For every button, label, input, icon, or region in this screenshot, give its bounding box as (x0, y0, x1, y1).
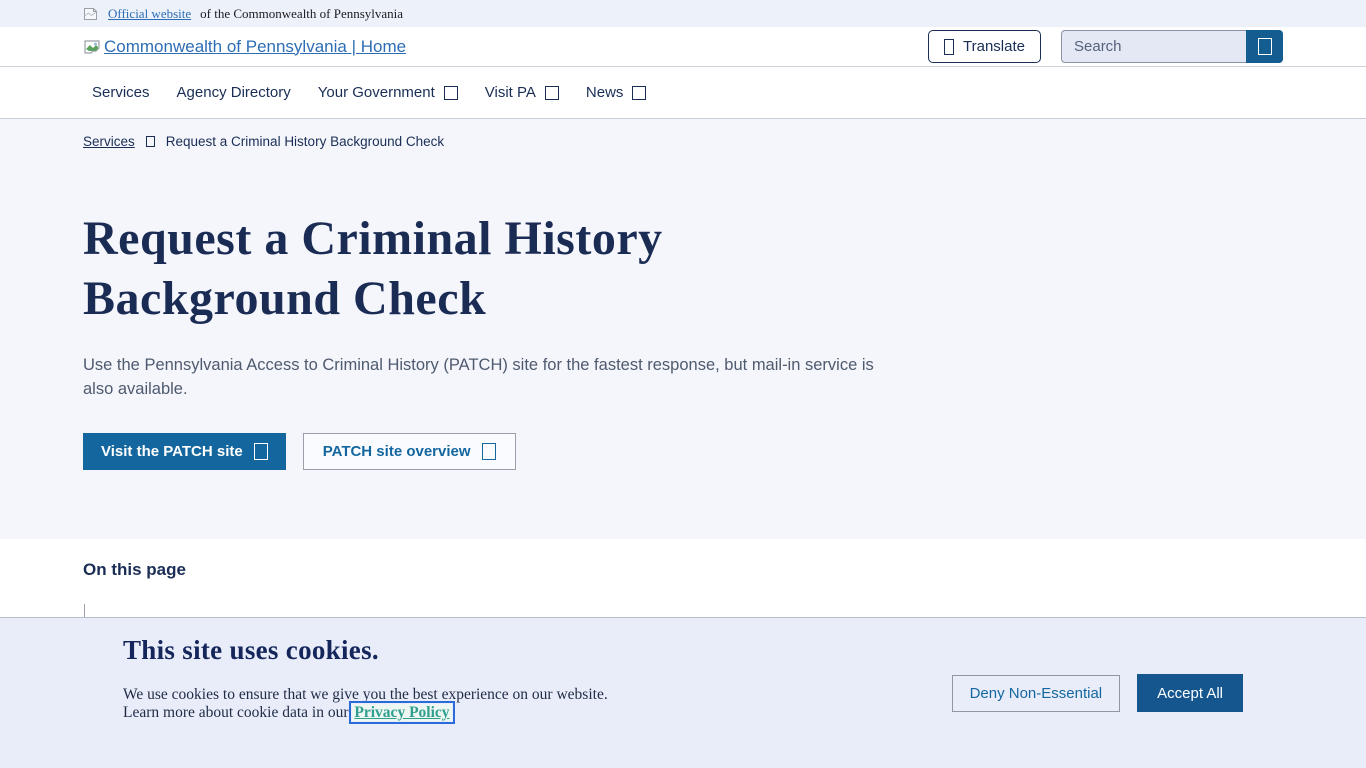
page-title: Request a Criminal History Background Ch… (83, 209, 783, 329)
nav-item-services[interactable]: Services (92, 84, 150, 101)
nav-item-visit-pa[interactable]: Visit PA (485, 84, 559, 101)
on-this-page-heading: On this page (83, 560, 1283, 580)
deny-non-essential-button[interactable]: Deny Non-Essential (952, 675, 1121, 712)
nav-label: News (586, 84, 624, 101)
breadcrumb-services-link[interactable]: Services (83, 134, 135, 149)
external-link-icon (254, 443, 268, 460)
page-description: Use the Pennsylvania Access to Criminal … (83, 353, 883, 401)
official-site-banner: Official website of the Commonwealth of … (0, 0, 1366, 27)
breadcrumb-current: Request a Criminal History Background Ch… (166, 134, 444, 149)
nav-item-your-government[interactable]: Your Government (318, 84, 458, 101)
nav-item-agency-directory[interactable]: Agency Directory (177, 84, 291, 101)
cookie-consent-banner: This site uses cookies. We use cookies t… (0, 617, 1366, 768)
nav-label: Services (92, 84, 150, 101)
translate-button[interactable]: Translate (928, 30, 1041, 63)
nav-label: Visit PA (485, 84, 536, 101)
nav-label: Agency Directory (177, 84, 291, 101)
cookie-line2-prefix: Learn more about cookie data in our (123, 704, 352, 721)
home-logo-link[interactable]: Commonwealth of Pennsylvania | Home (83, 37, 406, 57)
visit-patch-site-button[interactable]: Visit the PATCH site (83, 433, 286, 470)
official-website-link[interactable]: Official website (108, 6, 191, 22)
button-label: Visit the PATCH site (101, 443, 243, 460)
translate-icon (944, 39, 954, 55)
patch-site-overview-button[interactable]: PATCH site overview (303, 433, 516, 470)
external-link-icon (482, 443, 496, 460)
translate-label: Translate (963, 38, 1025, 55)
breadcrumb: Services Request a Criminal History Back… (83, 134, 1283, 149)
primary-navigation: Services Agency Directory Your Governmen… (0, 67, 1366, 119)
site-header: Commonwealth of Pennsylvania | Home Tran… (0, 27, 1366, 67)
cookie-banner-line2: Learn more about cookie data in our Priv… (123, 704, 608, 722)
chevron-down-icon (632, 86, 646, 100)
breadcrumb-separator-icon (146, 136, 155, 147)
search-button[interactable] (1246, 30, 1283, 63)
privacy-policy-link[interactable]: Privacy Policy (352, 704, 451, 721)
logo-text: Commonwealth of Pennsylvania | Home (104, 37, 406, 57)
chevron-down-icon (545, 86, 559, 100)
search-icon (1258, 38, 1272, 55)
hero-section: Services Request a Criminal History Back… (0, 119, 1366, 539)
anchor-list-marker (84, 604, 85, 618)
cookie-banner-title: This site uses cookies. (123, 635, 608, 666)
button-label: PATCH site overview (323, 443, 471, 460)
broken-image-icon (83, 38, 101, 56)
flag-broken-image-icon (83, 7, 99, 21)
nav-item-news[interactable]: News (586, 84, 647, 101)
search-input[interactable] (1061, 30, 1246, 63)
cookie-banner-line1: We use cookies to ensure that we give yo… (123, 686, 608, 704)
nav-label: Your Government (318, 84, 435, 101)
accept-all-button[interactable]: Accept All (1137, 674, 1243, 712)
chevron-down-icon (444, 86, 458, 100)
banner-text: of the Commonwealth of Pennsylvania (200, 6, 403, 22)
search-box (1061, 30, 1283, 63)
